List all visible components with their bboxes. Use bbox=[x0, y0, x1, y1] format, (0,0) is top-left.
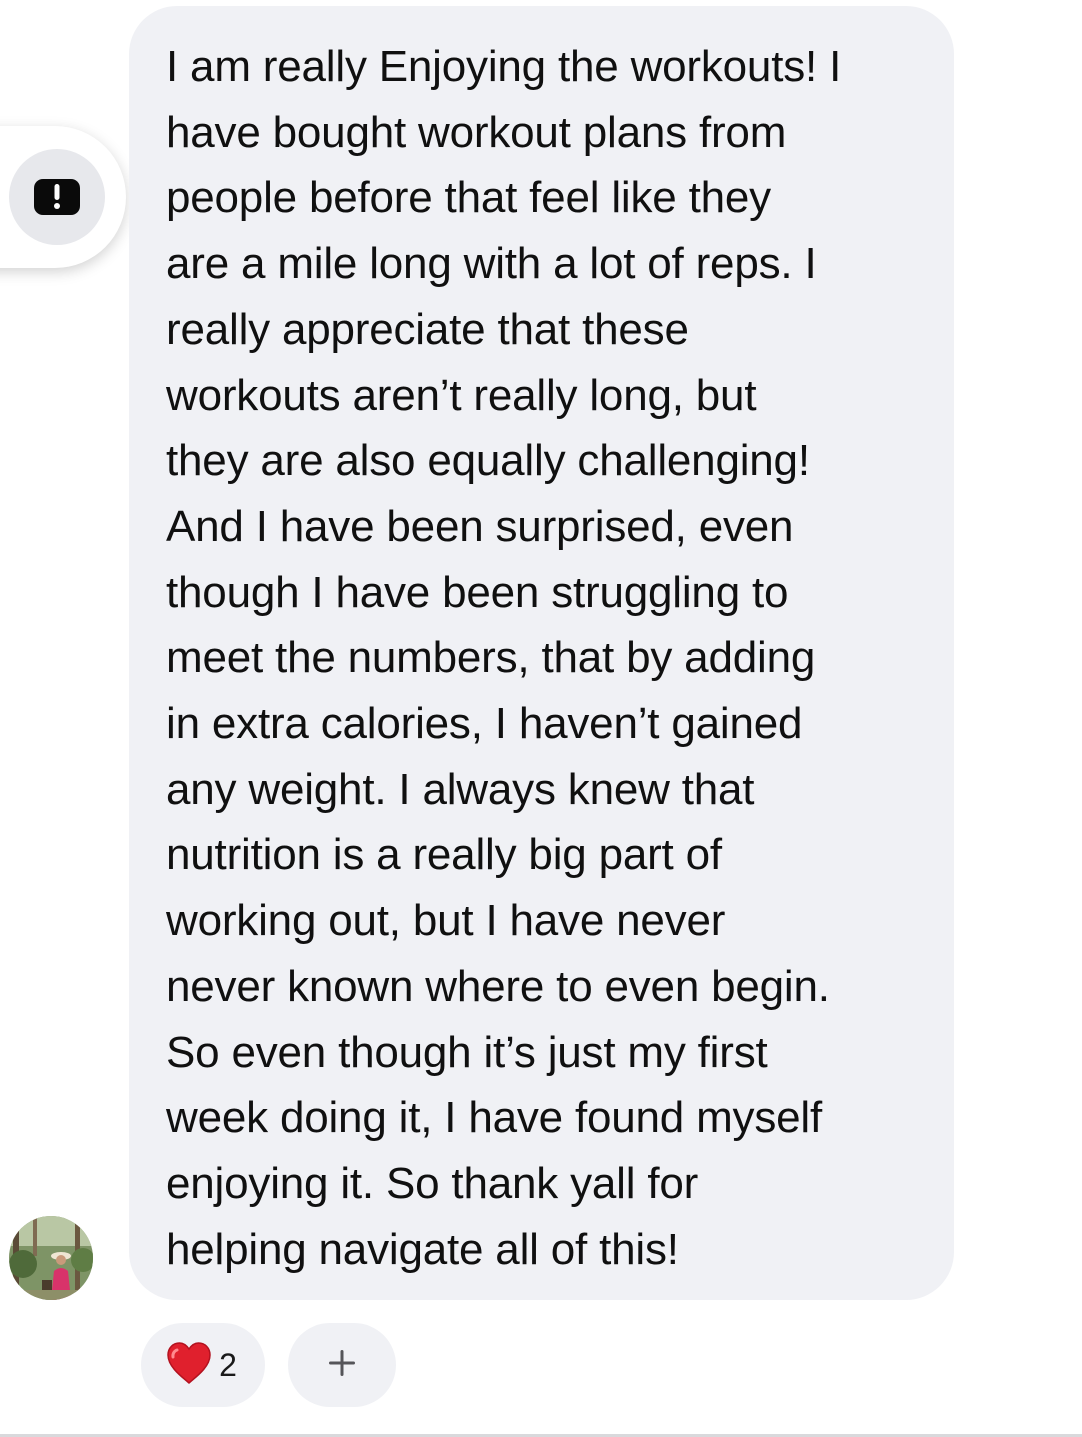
avatar[interactable] bbox=[9, 1216, 93, 1300]
heart-reaction[interactable]: 2 bbox=[141, 1323, 265, 1407]
message-bubble[interactable]: I am really Enjoying the workouts! I hav… bbox=[129, 6, 954, 1300]
report-button[interactable] bbox=[9, 149, 105, 245]
reaction-count: 2 bbox=[219, 1346, 237, 1383]
alert-icon bbox=[34, 179, 80, 215]
plus-icon bbox=[327, 1348, 357, 1383]
heart-icon bbox=[165, 1341, 213, 1390]
add-reaction-button[interactable] bbox=[288, 1323, 396, 1407]
message-text: I am really Enjoying the workouts! I hav… bbox=[166, 42, 842, 1274]
